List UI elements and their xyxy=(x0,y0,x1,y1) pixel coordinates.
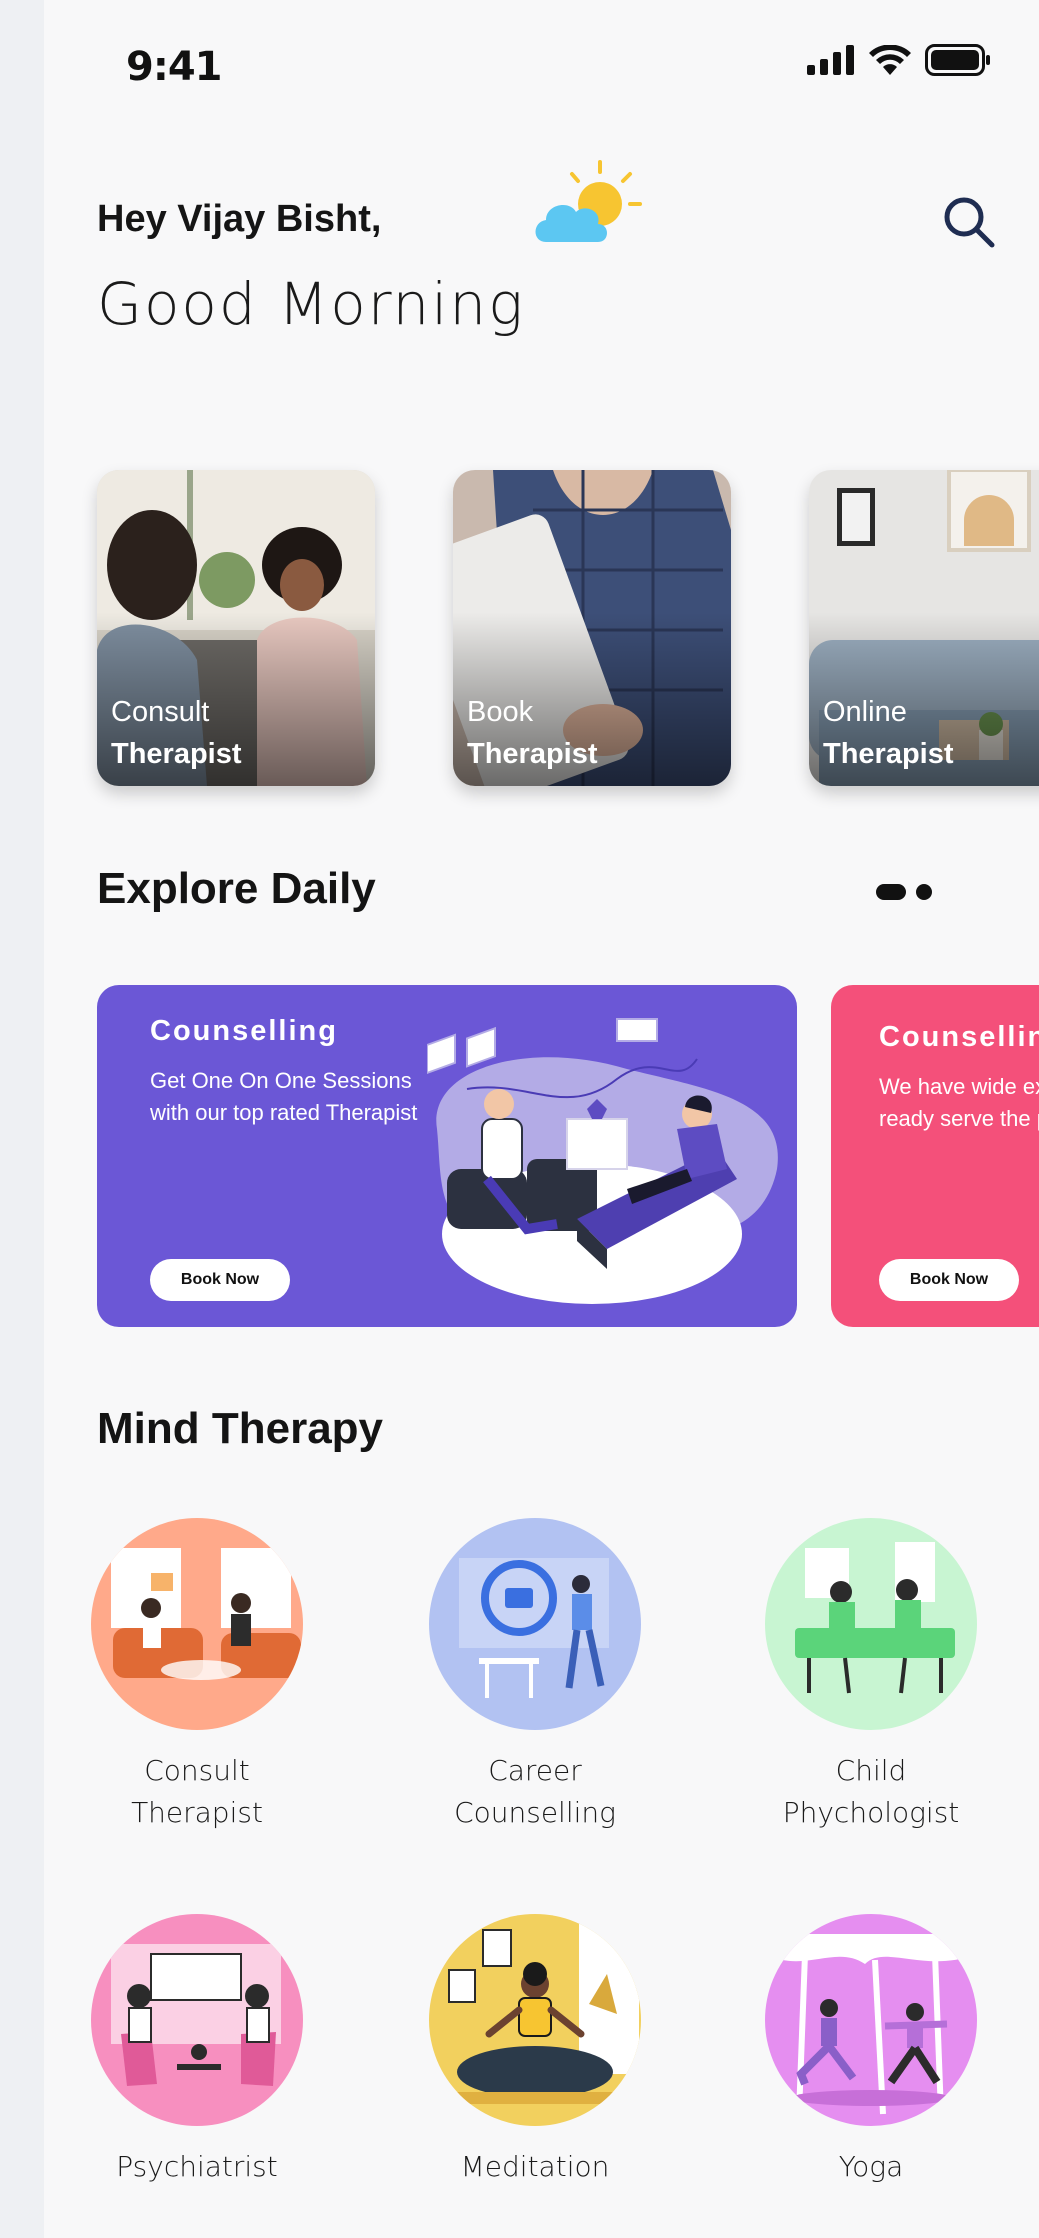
signal-icon xyxy=(807,45,854,75)
promo-card-title: Counselling xyxy=(879,1021,1039,1053)
search-button[interactable] xyxy=(939,192,999,252)
wifi-icon xyxy=(869,45,911,75)
book-now-button[interactable]: Book Now xyxy=(879,1259,1019,1301)
meditation-art xyxy=(448,1924,639,2104)
hero-card-online[interactable]: Online Therapist xyxy=(809,470,1039,786)
meditation-illustration xyxy=(429,1914,641,2126)
book-now-button[interactable]: Book Now xyxy=(150,1259,290,1301)
consult-illustration xyxy=(91,1518,303,1730)
hero-carousel: Consult Therapist Book Therapist Online … xyxy=(97,470,1039,786)
explore-title: Explore Daily xyxy=(97,864,376,913)
therapy-item-label: Consult Therapist xyxy=(131,1754,263,1829)
therapy-item-yoga[interactable]: Yoga xyxy=(741,1914,1001,2188)
therapy-item-psychiatrist[interactable]: Psychiatrist xyxy=(67,1914,327,2188)
carousel-dot-active[interactable] xyxy=(876,884,906,900)
promo-card-counselling[interactable]: Counselling Get One On One Sessions with… xyxy=(97,985,797,1327)
counselling-illustration xyxy=(427,1018,778,1304)
hero-card-consult[interactable]: Consult Therapist xyxy=(97,470,375,786)
hero-card-line2: Therapist xyxy=(111,738,242,770)
hero-card-line2: Therapist xyxy=(467,738,598,770)
search-icon xyxy=(944,197,995,248)
hero-card-line1: Book xyxy=(467,696,534,728)
background-strip xyxy=(0,0,44,2238)
child-illustration xyxy=(765,1518,977,1730)
greeting-name: Hey Vijay Bisht, xyxy=(97,198,382,240)
carousel-dot[interactable] xyxy=(916,884,932,900)
app-screen: 9:41 Hey Vijay Bisht, Good Morning Consu… xyxy=(44,0,1039,2238)
greeting-time: Good Morning xyxy=(97,270,525,338)
therapy-item-meditation[interactable]: Meditation xyxy=(405,1914,665,2188)
therapy-item-consult[interactable]: Consult Therapist xyxy=(67,1518,327,1834)
therapy-item-label: Psychiatrist xyxy=(116,2150,278,2183)
battery-icon xyxy=(925,44,990,76)
promo-card-description: We have wide experts ready serve the pur… xyxy=(879,1074,1039,1131)
child-art xyxy=(795,1542,955,1694)
carousel-indicator[interactable] xyxy=(876,884,932,900)
hero-card-book[interactable]: Book Therapist xyxy=(453,470,731,786)
career-illustration xyxy=(429,1518,641,1730)
hero-card-line2: Therapist xyxy=(823,738,954,770)
therapy-item-label: Meditation xyxy=(460,2150,610,2183)
yoga-illustration xyxy=(765,1914,977,2126)
career-art xyxy=(459,1558,609,1698)
promo-carousel: Counselling Get One On One Sessions with… xyxy=(97,985,1039,1327)
mind-therapy-title: Mind Therapy xyxy=(97,1404,384,1453)
promo-card-description: Get One On One Sessions with our top rat… xyxy=(150,1068,418,1125)
therapy-item-label: Yoga xyxy=(838,2150,904,2183)
promo-card-counselling-2[interactable]: Counselling We have wide experts ready s… xyxy=(831,985,1039,1327)
consult-art xyxy=(111,1548,301,1680)
status-icons xyxy=(807,44,991,76)
promo-card-title: Counselling xyxy=(150,1015,338,1047)
therapy-item-career[interactable]: Career Counselling xyxy=(405,1518,665,1834)
psychiatrist-art xyxy=(111,1944,281,2086)
sun-cloud-icon xyxy=(535,160,642,242)
status-time: 9:41 xyxy=(126,44,222,90)
therapy-item-label: Career Counselling xyxy=(454,1754,616,1829)
hero-card-line1: Consult xyxy=(111,696,210,728)
therapy-item-child[interactable]: Child Phychologist xyxy=(741,1518,1001,1834)
therapy-item-label: Child Phychologist xyxy=(782,1754,960,1829)
psychiatrist-illustration xyxy=(91,1914,303,2126)
yoga-art xyxy=(765,1934,977,2115)
hero-card-line1: Online xyxy=(823,696,907,728)
